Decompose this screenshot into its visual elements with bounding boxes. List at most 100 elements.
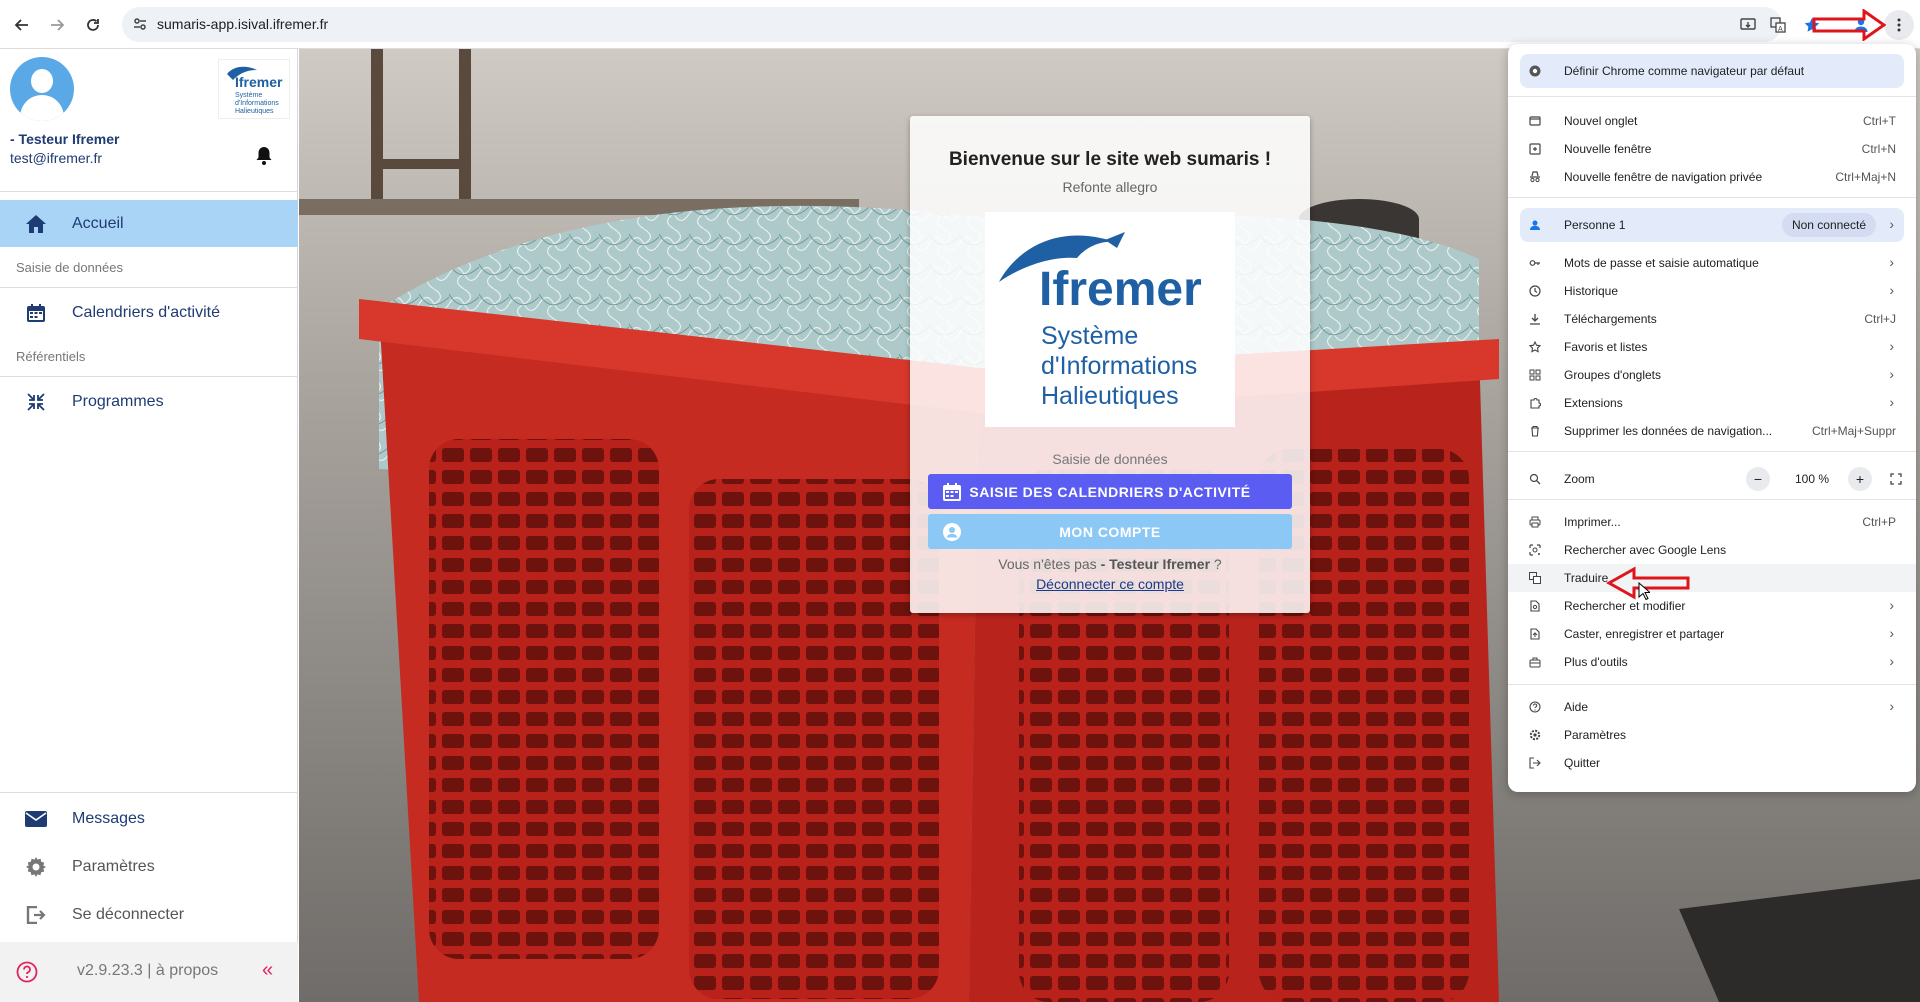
sidebar-item-settings[interactable]: Paramètres [0, 843, 298, 890]
menu-item-extensions[interactable]: Extensions › [1508, 389, 1916, 417]
sidebar-item-programs[interactable]: Programmes [0, 378, 298, 425]
logout-icon [0, 905, 72, 924]
svg-text:Ifremer: Ifremer [1039, 263, 1202, 316]
svg-text:Halieutiques: Halieutiques [235, 108, 274, 115]
menu-item-zoom: Zoom − 100 % + [1508, 462, 1916, 496]
help-circle-icon[interactable] [16, 961, 38, 988]
chrome-menu-kebab-icon[interactable] [1884, 10, 1914, 40]
chrome-logo-icon [1528, 64, 1542, 78]
svg-text:d'Informations: d'Informations [235, 100, 279, 107]
compress-arrows-icon [0, 392, 72, 412]
welcome-title: Bienvenue sur le site web sumaris ! [948, 149, 1272, 170]
svg-text:Halieutiques: Halieutiques [1041, 382, 1179, 410]
menu-item-tab-groups[interactable]: Groupes d'onglets › [1508, 361, 1916, 389]
browser-toolbar: sumaris-app.isival.ifremer.fr A [0, 0, 1920, 49]
zoom-out-button[interactable]: − [1746, 467, 1770, 491]
download-icon [1528, 312, 1542, 326]
menu-item-settings[interactable]: Paramètres [1508, 721, 1916, 749]
menu-item-more-tools[interactable]: Plus d'outils › [1508, 648, 1916, 676]
notification-bell-icon[interactable] [255, 146, 273, 171]
site-settings-icon[interactable] [132, 16, 148, 37]
button-label: MON COMPTE [1059, 523, 1161, 540]
not-you-text: Vous n'êtes pas - Testeur Ifremer ? [998, 556, 1222, 572]
welcome-card: Bienvenue sur le site web sumaris ! Refo… [910, 116, 1310, 613]
sidebar-item-label: Programmes [72, 392, 164, 410]
activity-calendars-button[interactable]: SAISIE DES CALENDRIERS D'ACTIVITÉ [928, 474, 1292, 509]
url-text: sumaris-app.isival.ifremer.fr [157, 16, 329, 32]
menu-item-google-lens[interactable]: Rechercher avec Google Lens [1508, 536, 1916, 564]
menu-item-print[interactable]: Imprimer... Ctrl+P [1508, 508, 1916, 536]
puzzle-icon [1528, 396, 1542, 410]
data-entry-section-label: Saisie de données [1052, 451, 1168, 467]
calendar-icon [0, 303, 72, 323]
menu-item-default-browser[interactable]: Définir Chrome comme navigateur par défa… [1508, 57, 1916, 85]
calendar-icon [942, 482, 962, 505]
zoom-in-button[interactable]: + [1848, 467, 1872, 491]
menu-item-bookmarks[interactable]: Favoris et listes › [1508, 333, 1916, 361]
menu-item-new-window[interactable]: Nouvelle fenêtre Ctrl+N [1508, 135, 1916, 163]
sidebar-item-home[interactable]: Accueil [0, 200, 298, 247]
zoom-level: 100 % [1794, 472, 1830, 486]
gear-icon [0, 856, 72, 877]
trash-icon [1528, 424, 1542, 438]
welcome-subtitle: Refonte allegro [1062, 179, 1158, 195]
menu-item-find-edit[interactable]: Rechercher et modifier › [1508, 592, 1916, 620]
menu-item-profile[interactable]: Personne 1 Non connecté › [1508, 211, 1916, 239]
svg-text:Ifremer: Ifremer [235, 74, 283, 90]
chevron-right-icon: › [1889, 254, 1894, 270]
user-email: test@ifremer.fr [10, 150, 103, 166]
button-label: SAISIE DES CALENDRIERS D'ACTIVITÉ [969, 483, 1251, 500]
sidebar: Ifremer Système d'Informations Halieutiq… [0, 49, 298, 1002]
fullscreen-icon[interactable] [1884, 467, 1908, 491]
sidebar-item-label: Calendriers d'activité [72, 303, 221, 321]
version-about-link[interactable]: v2.9.23.3 | à propos [77, 962, 218, 980]
my-account-button[interactable]: MON COMPTE [928, 514, 1292, 549]
collapse-menu-icon[interactable]: « [262, 959, 273, 982]
address-bar[interactable]: sumaris-app.isival.ifremer.fr [122, 7, 1782, 42]
sidebar-item-label: Accueil [72, 214, 124, 232]
forward-arrow-icon[interactable] [42, 10, 72, 40]
menu-item-incognito[interactable]: Nouvelle fenêtre de navigation privée Ct… [1508, 163, 1916, 191]
sidebar-item-logout[interactable]: Se déconnecter [0, 891, 298, 938]
svg-text:A: A [1778, 26, 1783, 33]
key-icon [1528, 256, 1542, 270]
menu-item-new-tab[interactable]: Nouvel onglet Ctrl+T [1508, 107, 1916, 135]
account-circle-icon [942, 522, 962, 545]
sidebar-item-calendars[interactable]: Calendriers d'activité [0, 289, 298, 336]
menu-item-downloads[interactable]: Téléchargements Ctrl+J [1508, 305, 1916, 333]
user-avatar[interactable] [10, 57, 74, 121]
menu-item-help[interactable]: Aide › [1508, 693, 1916, 721]
disconnect-account-link[interactable]: Déconnecter ce compte [910, 576, 1310, 592]
menu-item-history[interactable]: Historique › [1508, 277, 1916, 305]
menu-item-cast[interactable]: Caster, enregistrer et partager › [1508, 620, 1916, 648]
menu-item-quit[interactable]: Quitter [1508, 749, 1916, 777]
lens-icon [1528, 543, 1542, 557]
chevron-right-icon: › [1889, 338, 1894, 354]
install-app-icon[interactable] [1737, 14, 1759, 36]
menu-item-translate[interactable]: Traduire [1508, 564, 1916, 592]
chevron-right-icon: › [1889, 653, 1894, 669]
svg-text:Système: Système [1041, 322, 1138, 350]
translate-icon [1528, 571, 1542, 585]
reload-icon[interactable] [78, 10, 108, 40]
translate-icon[interactable]: A [1767, 14, 1789, 36]
ifremer-sih-logo: Ifremer Système d'Informations Halieutiq… [985, 212, 1235, 427]
sidebar-item-label: Paramètres [72, 857, 155, 875]
chevron-right-icon: › [1889, 216, 1894, 232]
back-arrow-icon[interactable] [7, 10, 37, 40]
chevron-right-icon: › [1889, 366, 1894, 382]
menu-item-passwords[interactable]: Mots de passe et saisie automatique › [1508, 249, 1916, 277]
find-in-page-icon [1528, 599, 1542, 613]
gear-icon [1528, 728, 1542, 742]
chevron-right-icon: › [1889, 282, 1894, 298]
user-name: - Testeur Ifremer [10, 131, 120, 147]
sidebar-item-messages[interactable]: Messages [0, 795, 298, 842]
envelope-icon [0, 810, 72, 827]
chevron-right-icon: › [1889, 698, 1894, 714]
section-title-referentials: Référentiels [16, 349, 86, 364]
zoom-magnifier-icon [1528, 472, 1542, 486]
menu-item-clear-data[interactable]: Supprimer les données de navigation... C… [1508, 417, 1916, 445]
profile-status-chip: Non connecté [1781, 213, 1876, 237]
star-outline-icon [1528, 340, 1542, 354]
svg-text:Système: Système [235, 92, 262, 99]
